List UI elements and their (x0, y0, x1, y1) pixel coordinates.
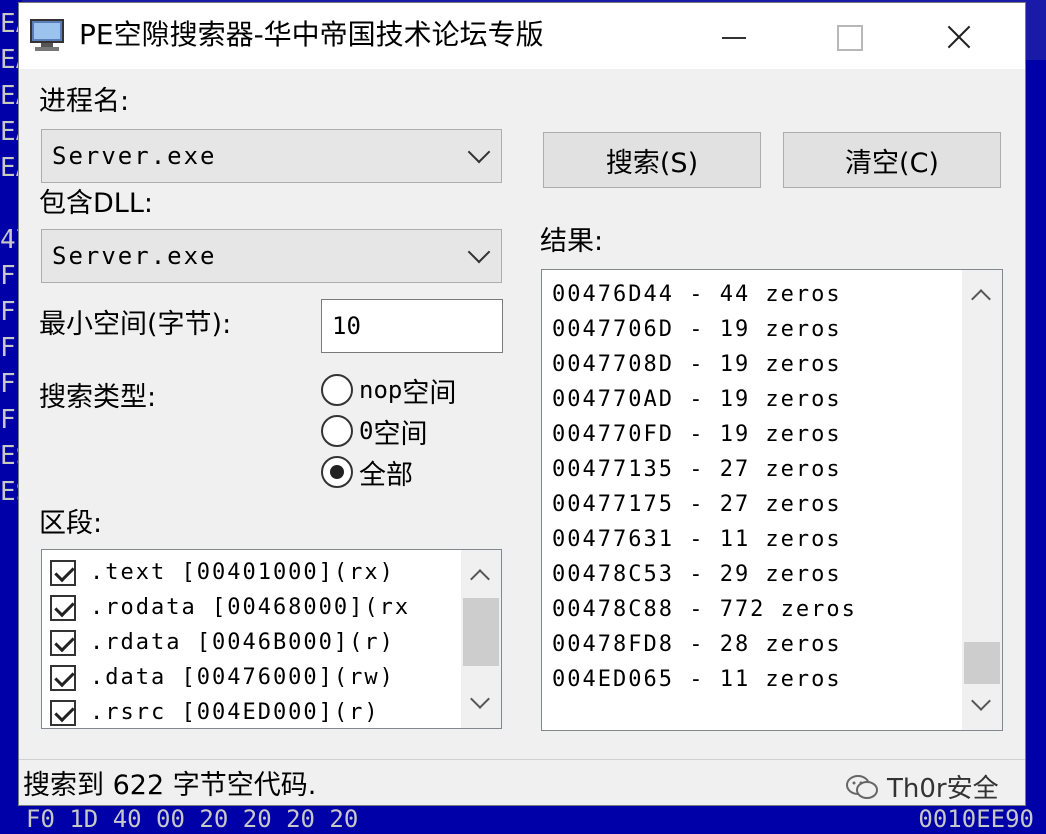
section-item[interactable]: .rsrc [004ED000](r) (50, 695, 380, 728)
min-space-label: 最小空间(字节): (39, 309, 232, 340)
radio-zero-space[interactable]: 0 空间 (321, 411, 427, 451)
result-item[interactable]: 004ED065 - 11 zeros (552, 662, 842, 697)
scrollbar-thumb[interactable] (964, 642, 1000, 684)
results-scrollbar[interactable] (962, 270, 1002, 730)
radio-button-selected-icon (321, 456, 353, 488)
minimize-button[interactable] (684, 3, 784, 69)
scroll-down-arrow-icon[interactable] (470, 689, 490, 709)
scroll-up-arrow-icon[interactable] (470, 569, 490, 589)
dll-select[interactable]: Server.exe (41, 229, 502, 283)
watermark-text: Th0r安全 (887, 774, 999, 804)
background-console-bottom: F0 1D 40 00 20 20 20 20 0010EE90 (0, 804, 1046, 834)
scroll-up-arrow-icon[interactable] (971, 289, 991, 309)
title-bar[interactable]: PE空隙搜索器-华中帝国技术论坛专版 (19, 3, 1025, 69)
process-label: 进程名: (39, 86, 130, 117)
section-item[interactable]: .rodata [00468000](rx (50, 590, 410, 625)
section-item-label: .rdata [0046B000](r) (90, 630, 395, 655)
checkbox-checked-icon[interactable] (50, 559, 76, 586)
section-item-label: .rodata [00468000](rx (90, 595, 411, 620)
bg-hex-left: F0 1D 40 00 20 20 20 20 (26, 805, 359, 833)
bg-hex-right: 0010EE90 (918, 805, 1034, 833)
result-item[interactable]: 00478FD8 - 28 zeros (552, 627, 842, 662)
checkbox-checked-icon[interactable] (50, 629, 76, 656)
radio-button-icon (321, 415, 353, 447)
section-item-label: .rsrc [004ED000](r) (90, 700, 380, 725)
clear-button[interactable]: 清空(C) (783, 132, 1001, 188)
chevron-down-icon (467, 240, 491, 264)
result-item[interactable]: 00478C88 - 772 zeros (552, 592, 857, 627)
sections-scrollbar[interactable] (461, 550, 501, 728)
search-button[interactable]: 搜索(S) (543, 132, 761, 188)
results-list[interactable]: 00476D44 - 44 zeros 0047706D - 19 zeros … (541, 269, 1003, 731)
result-item[interactable]: 00477135 - 27 zeros (552, 452, 842, 487)
result-item[interactable]: 0047706D - 19 zeros (552, 312, 842, 347)
wechat-icon (846, 774, 878, 799)
section-item-label: .data [00476000](rw) (90, 665, 395, 690)
sections-list[interactable]: .text [00401000](rx) .rodata [00468000](… (41, 549, 502, 729)
result-item[interactable]: 00478C53 - 29 zeros (552, 557, 842, 592)
scroll-down-arrow-icon[interactable] (971, 691, 991, 711)
background-console-right (1024, 60, 1046, 834)
radio-label: 全部 (359, 459, 413, 491)
radio-label-suffix: 空间 (402, 377, 457, 409)
pe-gap-search-window: PE空隙搜索器-华中帝国技术论坛专版 进程名: Server.exe 包含DLL… (18, 2, 1026, 806)
result-item[interactable]: 0047708D - 19 zeros (552, 347, 842, 382)
sections-label: 区段: (39, 508, 103, 539)
checkbox-checked-icon[interactable] (50, 664, 76, 691)
search-type-label: 搜索类型: (39, 382, 157, 413)
min-space-input[interactable]: 10 (321, 299, 503, 353)
watermark: Th0r安全 (845, 768, 999, 805)
dll-select-value: Server.exe (52, 242, 217, 270)
status-text: 搜索到 622 字节空代码. (23, 770, 317, 801)
close-button[interactable] (914, 3, 1014, 69)
results-label: 结果: (540, 226, 604, 257)
section-item[interactable]: .data [00476000](rw) (50, 660, 395, 695)
radio-button-icon (321, 374, 353, 406)
radio-label: nop (359, 376, 403, 404)
scrollbar-thumb[interactable] (463, 598, 499, 666)
result-item[interactable]: 004770AD - 19 zeros (552, 382, 842, 417)
result-item[interactable]: 00477175 - 27 zeros (552, 487, 842, 522)
result-item[interactable]: 00476D44 - 44 zeros (552, 277, 842, 312)
section-item[interactable]: .rdata [0046B000](r) (50, 625, 395, 660)
checkbox-checked-icon[interactable] (50, 699, 76, 726)
result-item[interactable]: 00477631 - 11 zeros (552, 522, 842, 557)
window-title: PE空隙搜索器-华中帝国技术论坛专版 (79, 18, 544, 51)
radio-label: 0 (359, 417, 374, 445)
monitor-icon (30, 19, 64, 51)
radio-nop-space[interactable]: nop 空间 (321, 370, 456, 410)
dll-label: 包含DLL: (39, 188, 153, 219)
maximize-button[interactable] (799, 3, 899, 69)
checkbox-checked-icon[interactable] (50, 594, 76, 621)
section-item[interactable]: .text [00401000](rx) (50, 555, 395, 590)
result-item[interactable]: 004770FD - 19 zeros (552, 417, 842, 452)
radio-label-suffix: 空间 (373, 418, 428, 450)
radio-all[interactable]: 全部 (321, 452, 413, 492)
section-item-label: .text [00401000](rx) (90, 560, 395, 585)
process-select[interactable]: Server.exe (41, 129, 502, 183)
chevron-down-icon (467, 140, 491, 164)
process-select-value: Server.exe (52, 142, 217, 170)
